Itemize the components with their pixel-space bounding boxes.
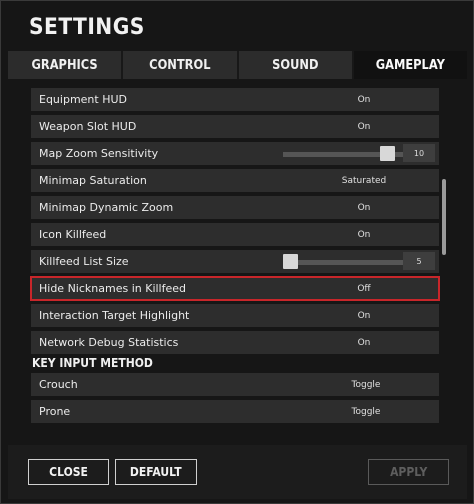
tab-label: CONTROL — [149, 57, 211, 73]
setting-value[interactable]: On — [327, 122, 401, 132]
tab-graphics[interactable]: GRAPHICS — [8, 51, 124, 79]
close-button[interactable]: CLOSE — [28, 459, 109, 485]
setting-label: Minimap Dynamic Zoom — [39, 201, 174, 214]
setting-label: Weapon Slot HUD — [39, 120, 137, 133]
setting-row-minimap-saturation[interactable]: Minimap Saturation Saturated — [31, 169, 439, 192]
tab-label: GRAPHICS — [31, 57, 98, 73]
close-button-label: CLOSE — [49, 465, 88, 479]
default-button-label: DEFAULT — [130, 465, 182, 479]
setting-row-crouch[interactable]: Crouch Toggle — [31, 373, 439, 396]
setting-row-prone[interactable]: Prone Toggle — [31, 400, 439, 423]
apply-button[interactable]: APPLY — [368, 459, 449, 485]
tab-gameplay[interactable]: GAMEPLAY — [353, 51, 467, 79]
setting-value[interactable]: Off — [327, 284, 401, 294]
setting-value[interactable]: On — [327, 203, 401, 213]
setting-label: Icon Killfeed — [39, 228, 107, 241]
apply-button-label: APPLY — [389, 465, 428, 479]
setting-value[interactable]: On — [327, 338, 401, 348]
setting-label: Map Zoom Sensitivity — [39, 147, 159, 160]
window-title: SETTINGS — [29, 15, 145, 40]
section-header-key-input: KEY INPUT METHOD — [32, 356, 153, 370]
slider-value-box[interactable]: 5 — [403, 252, 435, 270]
tab-label: SOUND — [271, 57, 319, 73]
setting-row-minimap-dynamic-zoom[interactable]: Minimap Dynamic Zoom On — [31, 196, 439, 219]
slider-knob[interactable] — [283, 254, 298, 269]
setting-row-weapon-slot-hud[interactable]: Weapon Slot HUD On — [31, 115, 439, 138]
tab-sound[interactable]: SOUND — [238, 51, 354, 79]
setting-label: Minimap Saturation — [39, 174, 147, 187]
setting-label: Equipment HUD — [39, 93, 127, 106]
default-button[interactable]: DEFAULT — [115, 459, 197, 485]
tab-label: GAMEPLAY — [375, 57, 445, 73]
tab-control[interactable]: CONTROL — [123, 51, 239, 79]
setting-label: Interaction Target Highlight — [39, 309, 190, 322]
setting-label: Hide Nicknames in Killfeed — [39, 282, 186, 295]
setting-value[interactable]: Saturated — [327, 176, 401, 186]
setting-row-map-zoom-sensitivity[interactable]: Map Zoom Sensitivity 10 — [31, 142, 439, 165]
setting-row-network-debug-statistics[interactable]: Network Debug Statistics On — [31, 331, 439, 354]
setting-value[interactable]: Toggle — [331, 407, 401, 417]
setting-value[interactable]: On — [327, 311, 401, 321]
settings-tabs: GRAPHICS CONTROL SOUND GAMEPLAY — [8, 51, 467, 79]
setting-label: Crouch — [39, 378, 78, 391]
slider-track[interactable] — [283, 260, 403, 265]
settings-window: SETTINGS GRAPHICS CONTROL SOUND GAMEPLAY… — [0, 0, 474, 504]
setting-value[interactable]: On — [327, 230, 401, 240]
vertical-scrollbar[interactable] — [442, 179, 446, 255]
setting-row-icon-killfeed[interactable]: Icon Killfeed On — [31, 223, 439, 246]
setting-value[interactable]: On — [327, 95, 401, 105]
slider-knob[interactable] — [379, 146, 395, 161]
settings-list: Equipment HUD On Weapon Slot HUD On Map … — [23, 83, 449, 429]
setting-label: Killfeed List Size — [39, 255, 129, 268]
setting-label: Prone — [39, 405, 71, 418]
setting-row-hide-nicknames[interactable]: Hide Nicknames in Killfeed Off — [30, 276, 440, 301]
setting-row-killfeed-list-size[interactable]: Killfeed List Size 5 — [31, 250, 439, 273]
slider-value-box[interactable]: 10 — [403, 144, 435, 162]
setting-value[interactable]: Toggle — [331, 380, 401, 390]
setting-label: Network Debug Statistics — [39, 336, 179, 349]
setting-row-equipment-hud[interactable]: Equipment HUD On — [31, 88, 439, 111]
setting-row-interaction-target-highlight[interactable]: Interaction Target Highlight On — [31, 304, 439, 327]
